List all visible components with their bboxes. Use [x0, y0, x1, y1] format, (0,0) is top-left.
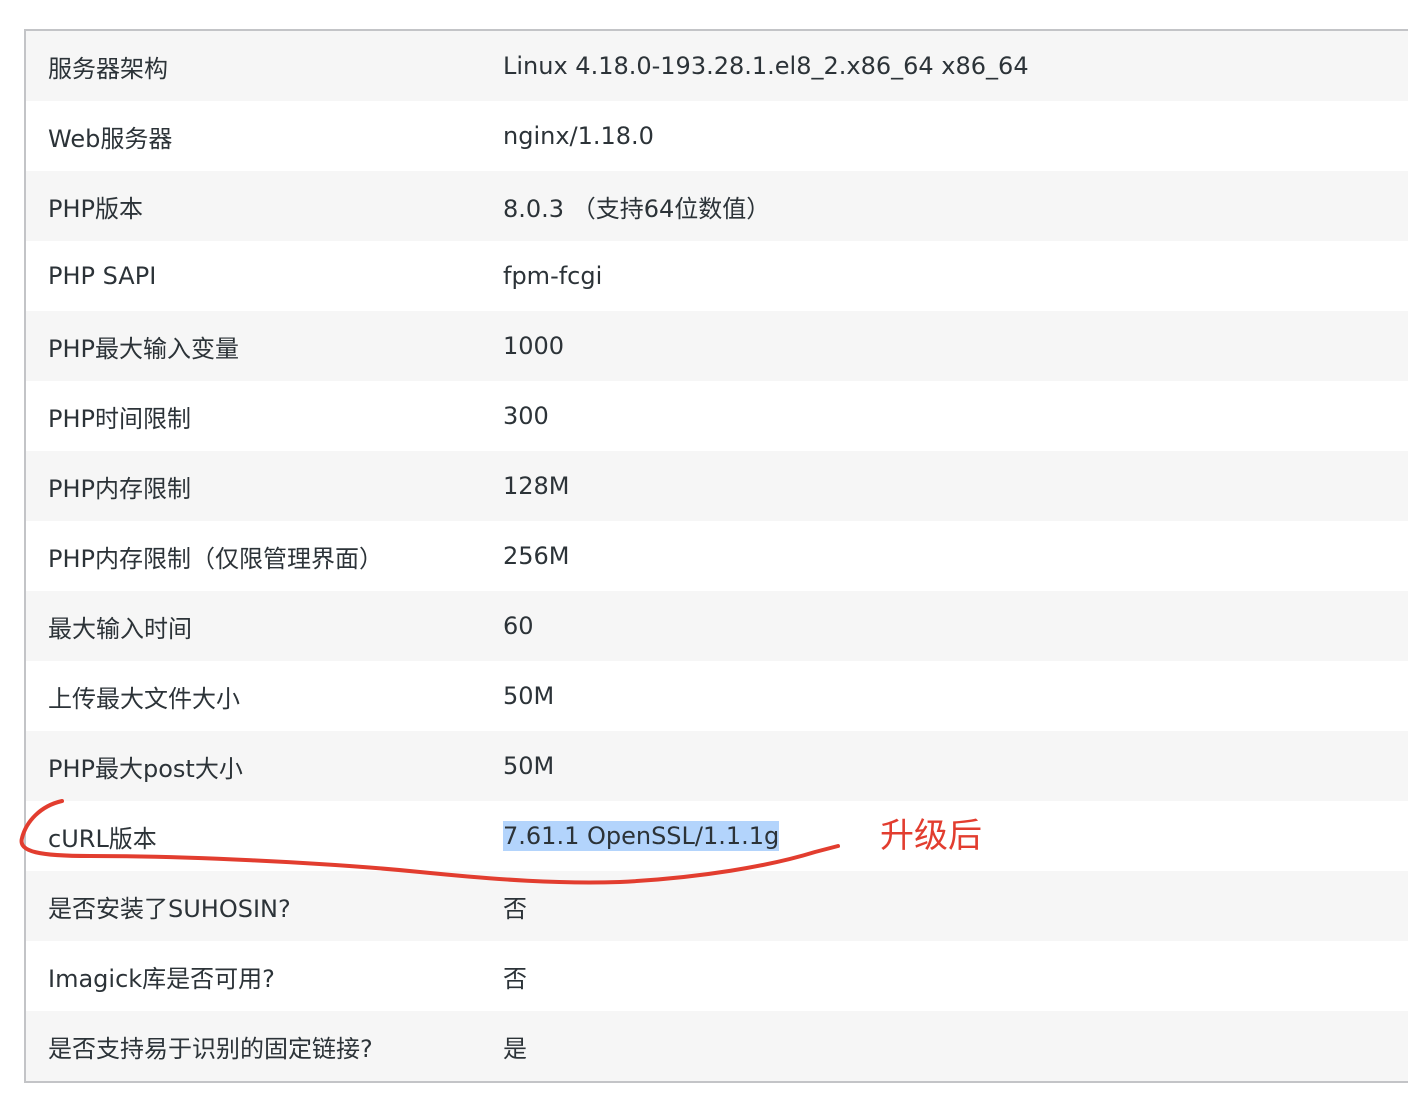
row-label: 服务器架构	[48, 54, 168, 83]
row-value: 否	[503, 894, 527, 923]
row-label: 是否安装了SUHOSIN?	[48, 894, 291, 923]
row-label: PHP最大post大小	[48, 754, 243, 783]
row-value: 否	[503, 964, 527, 993]
text-selection-highlight[interactable]: 7.61.1 OpenSSL/1.1.1g	[503, 821, 780, 851]
table-row-php-post-max-size: PHP最大post大小 50M	[26, 731, 1408, 801]
row-value: 300	[503, 402, 549, 430]
row-value: 8.0.3 （支持64位数值）	[503, 194, 771, 223]
table-row-pretty-permalinks: 是否支持易于识别的固定链接? 是	[26, 1011, 1408, 1081]
row-label: PHP版本	[48, 194, 143, 223]
row-label: PHP内存限制（仅限管理界面）	[48, 544, 383, 573]
table-row-upload-max-filesize: 上传最大文件大小 50M	[26, 661, 1408, 731]
row-label: PHP最大输入变量	[48, 334, 239, 363]
row-value: Linux 4.18.0-193.28.1.el8_2.x86_64 x86_6…	[503, 52, 1029, 80]
table-row-php-memory-limit: PHP内存限制 128M	[26, 451, 1408, 521]
table-row-suhosin: 是否安装了SUHOSIN? 否	[26, 871, 1408, 941]
row-value: nginx/1.18.0	[503, 122, 654, 150]
row-label: cURL版本	[48, 824, 157, 853]
table-row-max-input-time: 最大输入时间 60	[26, 591, 1408, 661]
row-label: PHP时间限制	[48, 404, 191, 433]
table-row-php-sapi: PHP SAPI fpm-fcgi	[26, 241, 1408, 311]
row-label: 是否支持易于识别的固定链接?	[48, 1034, 373, 1063]
server-info-table: 服务器架构 Linux 4.18.0-193.28.1.el8_2.x86_64…	[24, 29, 1408, 1083]
table-row-php-version: PHP版本 8.0.3 （支持64位数值）	[26, 171, 1408, 241]
annotation-label: 升级后	[880, 816, 982, 856]
row-value: 是	[503, 1034, 527, 1063]
table-row-curl-version: cURL版本 7.61.1 OpenSSL/1.1.1g	[26, 801, 1408, 871]
row-value: 50M	[503, 682, 555, 710]
row-value: 128M	[503, 472, 570, 500]
row-value: 256M	[503, 542, 570, 570]
row-label: 最大输入时间	[48, 614, 192, 643]
row-label: PHP SAPI	[48, 262, 157, 290]
table-row-imagick: Imagick库是否可用? 否	[26, 941, 1408, 1011]
table-row-php-max-input-vars: PHP最大输入变量 1000	[26, 311, 1408, 381]
row-value: 1000	[503, 332, 565, 360]
row-value: fpm-fcgi	[503, 262, 603, 290]
table-row-web-server: Web服务器 nginx/1.18.0	[26, 101, 1408, 171]
row-label: Imagick库是否可用?	[48, 964, 275, 993]
row-value: 50M	[503, 752, 555, 780]
row-label: 上传最大文件大小	[48, 684, 240, 713]
table-row-php-time-limit: PHP时间限制 300	[26, 381, 1408, 451]
row-label: PHP内存限制	[48, 474, 191, 503]
row-label: Web服务器	[48, 124, 173, 153]
row-value-selected[interactable]: 7.61.1 OpenSSL/1.1.1g	[503, 821, 780, 851]
table-row-php-admin-memory-limit: PHP内存限制（仅限管理界面） 256M	[26, 521, 1408, 591]
table-row-server-arch: 服务器架构 Linux 4.18.0-193.28.1.el8_2.x86_64…	[26, 31, 1408, 101]
row-value: 60	[503, 612, 534, 640]
